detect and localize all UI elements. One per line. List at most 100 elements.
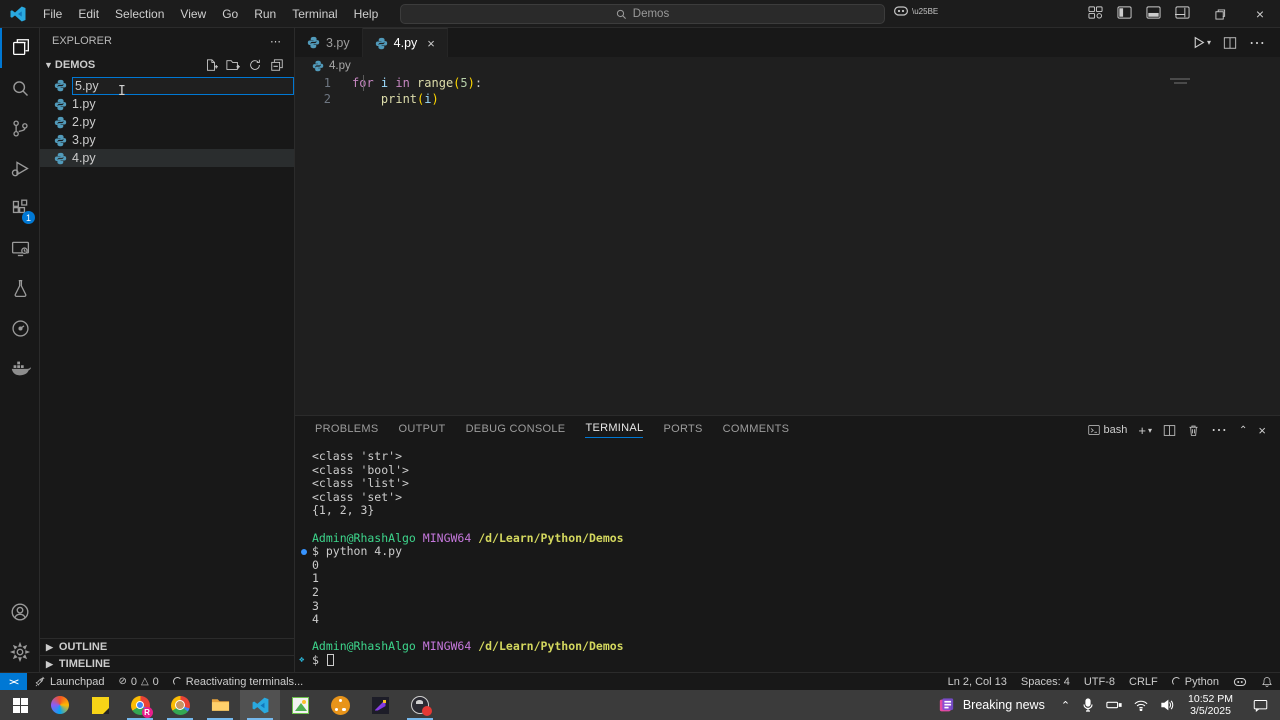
panel-tab-debug-console[interactable]: DEBUG CONSOLE <box>466 423 566 438</box>
file-item-4py[interactable]: 4.py <box>40 149 294 167</box>
panel-tab-terminal[interactable]: TERMINAL <box>585 422 644 438</box>
menu-go[interactable]: Go <box>214 3 246 25</box>
account-icon[interactable] <box>0 592 40 632</box>
explorer-icon[interactable] <box>0 28 40 68</box>
menu-file[interactable]: File <box>35 3 70 25</box>
command-decoration-icon[interactable] <box>301 549 307 556</box>
panel-tab-problems[interactable]: PROBLEMS <box>315 423 379 438</box>
launchpad-status-item[interactable]: Launchpad <box>27 673 111 691</box>
python-file-icon <box>375 37 387 49</box>
source-control-icon[interactable] <box>0 108 40 148</box>
panel-tab-output[interactable]: OUTPUT <box>399 423 446 438</box>
close-panel-icon[interactable]: × <box>1258 423 1266 438</box>
remote-explorer-icon[interactable] <box>0 228 40 268</box>
warning-icon: △ <box>140 676 149 687</box>
folder-section-demos[interactable]: ▼ DEMOS <box>40 54 294 76</box>
docker-icon[interactable] <box>0 348 40 388</box>
taskbar-chrome-profile-2[interactable] <box>160 690 200 720</box>
tray-pen-device-icon[interactable] <box>1100 690 1128 720</box>
split-editor-icon[interactable] <box>1223 36 1237 50</box>
plus-icon: + <box>1138 422 1146 438</box>
window-close-button[interactable]: × <box>1240 0 1280 28</box>
extensions-icon[interactable]: 1 <box>0 188 40 228</box>
file-rename-input[interactable] <box>72 76 294 95</box>
new-folder-icon[interactable] <box>226 58 240 72</box>
terminal-activity-status-item[interactable]: Reactivating terminals... <box>166 673 310 691</box>
tab-3py[interactable]: 3.py <box>295 28 363 57</box>
tab-4py[interactable]: 4.py × <box>362 28 448 57</box>
taskbar-vscode[interactable] <box>240 690 280 720</box>
menu-terminal[interactable]: Terminal <box>284 3 345 25</box>
tab-close-icon[interactable]: × <box>427 36 435 51</box>
run-debug-icon[interactable] <box>0 148 40 188</box>
toggle-panel-icon[interactable] <box>1146 5 1161 20</box>
problems-status-item[interactable]: ⊘ 0 △ 0 <box>111 673 165 691</box>
terminal-content[interactable]: <class 'str'> <class 'bool'> <class 'lis… <box>295 444 1280 668</box>
taskbar-copilot[interactable] <box>40 690 80 720</box>
window-minimize-button[interactable] <box>1160 0 1200 28</box>
taskbar-sticky-notes[interactable] <box>80 690 120 720</box>
recording-badge <box>422 706 432 716</box>
refresh-icon[interactable] <box>248 58 262 72</box>
taskbar-file-explorer[interactable] <box>200 690 240 720</box>
taskbar-diagram-app[interactable] <box>320 690 360 720</box>
taskbar-chrome-profile-r[interactable]: R <box>120 690 160 720</box>
copilot-status-icon[interactable] <box>1226 673 1254 691</box>
file-item-3py[interactable]: 3.py <box>40 131 294 149</box>
encoding-status[interactable]: UTF-8 <box>1077 673 1122 691</box>
taskbar-purple-app[interactable] <box>360 690 400 720</box>
tray-show-hidden-icons[interactable]: ⌃ <box>1055 690 1076 720</box>
terminal-input-line[interactable]: ❖ $ <box>299 653 1280 668</box>
menu-view[interactable]: View <box>172 3 214 25</box>
eol-status[interactable]: CRLF <box>1122 673 1165 691</box>
settings-gear-icon[interactable] <box>0 632 40 672</box>
explorer-more-actions-icon[interactable]: ⋯ <box>270 35 282 48</box>
remote-indicator[interactable]: >< <box>0 672 27 691</box>
run-python-file-button[interactable]: ▾ <box>1192 36 1211 49</box>
new-file-icon[interactable] <box>204 58 218 72</box>
collapse-folders-icon[interactable] <box>270 58 284 72</box>
menu-selection[interactable]: Selection <box>107 3 172 25</box>
code-editor[interactable]: 1 for i in range(5): 2 print(i) <box>295 75 1280 415</box>
split-terminal-icon[interactable] <box>1163 424 1176 437</box>
taskbar-news-widget[interactable]: Breaking news <box>928 690 1055 720</box>
tray-wifi-icon[interactable] <box>1128 690 1154 720</box>
menu-run[interactable]: Run <box>246 3 284 25</box>
kill-terminal-icon[interactable] <box>1187 424 1200 437</box>
search-view-icon[interactable] <box>0 68 40 108</box>
editor-more-actions-icon[interactable]: ⋯ <box>1249 33 1266 53</box>
maximize-panel-icon[interactable]: ⌃ <box>1239 425 1247 436</box>
news-icon <box>939 697 953 711</box>
file-item-1py[interactable]: 1.py <box>40 95 294 113</box>
start-button[interactable] <box>0 690 40 720</box>
indentation-status[interactable]: Spaces: 4 <box>1014 673 1077 691</box>
testing-icon[interactable] <box>0 268 40 308</box>
terminal-shell-chip[interactable]: bash <box>1087 424 1127 436</box>
menu-edit[interactable]: Edit <box>70 3 107 25</box>
tray-clock[interactable]: 10:52 PM 3/5/2025 <box>1180 690 1241 720</box>
menu-help[interactable]: Help <box>346 3 387 25</box>
new-terminal-button[interactable]: + ▾ <box>1138 423 1152 438</box>
command-center-search[interactable]: Demos <box>400 4 885 24</box>
customize-layout-icon[interactable] <box>1088 5 1103 20</box>
panel-tab-ports[interactable]: PORTS <box>663 423 702 438</box>
panel-more-actions-icon[interactable]: ⋯ <box>1211 420 1228 440</box>
outline-section[interactable]: ▶ OUTLINE <box>40 638 294 655</box>
notifications-bell-icon[interactable] <box>1254 673 1280 691</box>
github-actions-icon[interactable] <box>0 308 40 348</box>
window-restore-button[interactable] <box>1200 0 1240 28</box>
tray-microphone-icon[interactable] <box>1076 690 1100 720</box>
language-mode-status[interactable]: Python <box>1165 673 1226 691</box>
action-center-icon[interactable] <box>1241 690 1280 720</box>
copilot-menu[interactable]: \u25BE <box>893 4 938 18</box>
file-item-2py[interactable]: 2.py <box>40 113 294 131</box>
minimap[interactable] <box>1170 78 1192 86</box>
taskbar-image-app[interactable] <box>280 690 320 720</box>
tray-volume-icon[interactable] <box>1154 690 1180 720</box>
panel-tab-comments[interactable]: COMMENTS <box>723 423 790 438</box>
breadcrumb[interactable]: 4.py <box>295 57 1280 75</box>
cursor-position-status[interactable]: Ln 2, Col 13 <box>941 673 1014 691</box>
timeline-section[interactable]: ▶ TIMELINE <box>40 655 294 672</box>
toggle-primary-sidebar-icon[interactable] <box>1117 5 1132 20</box>
taskbar-obs[interactable] <box>400 690 440 720</box>
